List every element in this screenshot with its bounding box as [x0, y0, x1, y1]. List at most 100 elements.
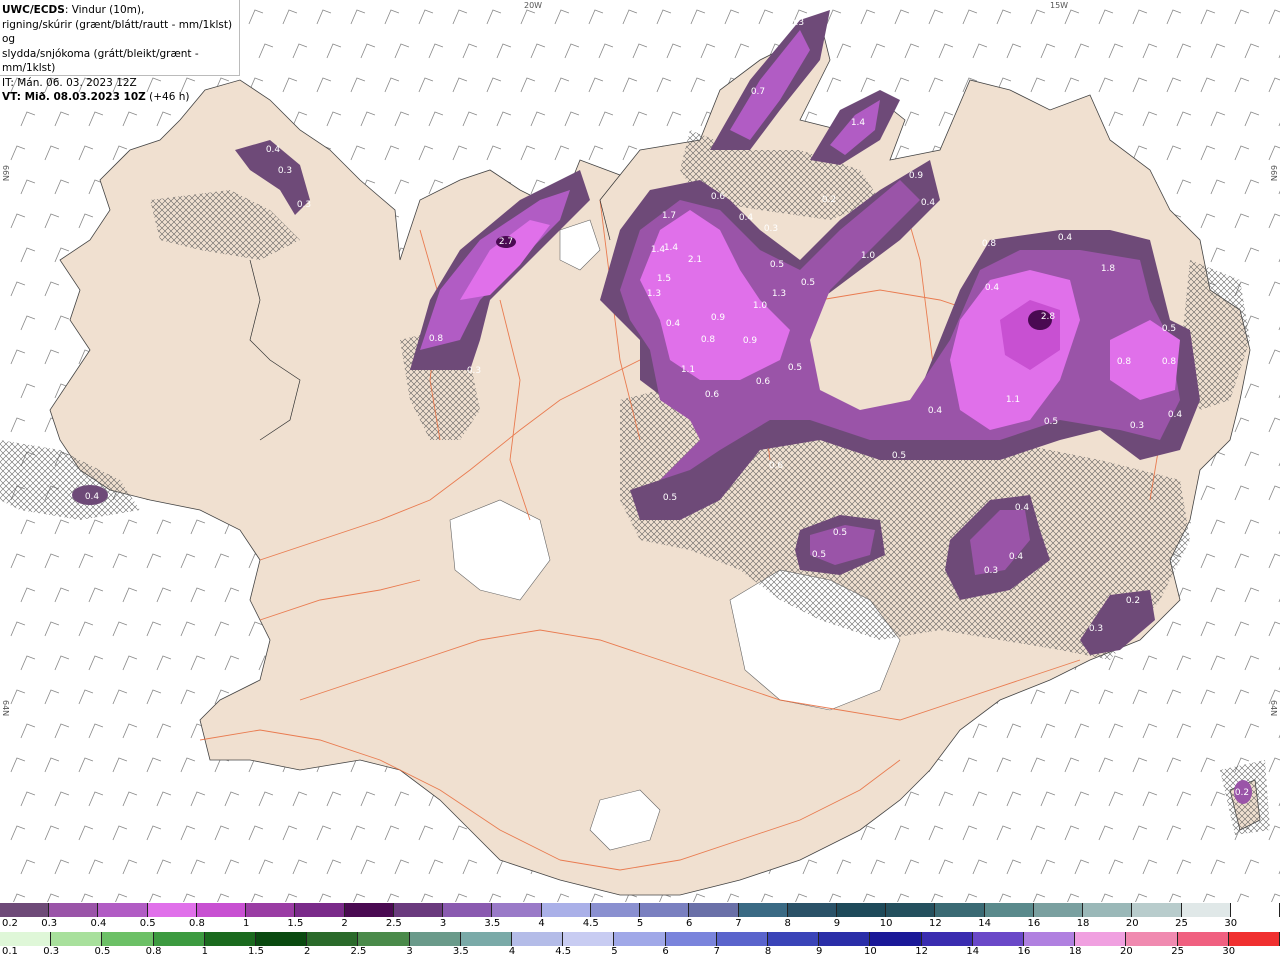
- precip-value-label: 1.5: [657, 274, 671, 284]
- lat-label-66n-right: 66N: [1269, 165, 1278, 182]
- legend-label: 20: [1125, 918, 1139, 929]
- precip-value-label: 0.8: [1117, 357, 1132, 367]
- legend-swatch: [1083, 903, 1133, 917]
- valid-time: VT: Mið. 08.03.2023 10Z: [2, 91, 146, 103]
- legend-label: 25: [1171, 946, 1184, 957]
- legend-swatch: [768, 932, 820, 946]
- precip-value-label: 1.3: [772, 289, 786, 299]
- precip-value-label: 0.7: [751, 87, 765, 97]
- legend-swatch: [1132, 903, 1182, 917]
- legend-swatch: [614, 932, 666, 946]
- legend-swatch: [307, 932, 359, 946]
- legend-swatch: [102, 932, 154, 946]
- legend-label: 12: [915, 946, 928, 957]
- precip-value-label: 0.8: [701, 335, 716, 345]
- legend-swatch: [443, 903, 493, 917]
- legend-swatch: [460, 932, 513, 946]
- legend-label: 4.5: [555, 946, 572, 957]
- legend-swatch: [1181, 903, 1231, 917]
- precip-value-label: 0.5: [833, 528, 847, 538]
- legend-label: 0.8: [145, 946, 162, 957]
- precip-value-label: 1.0: [753, 301, 768, 311]
- precip-value-label: 0.3: [790, 18, 804, 28]
- precip-value-label: 0.5: [788, 363, 802, 373]
- header-line1: : Vindur (10m),: [64, 4, 145, 16]
- legend-label: 6: [686, 918, 693, 929]
- legend-label: 2.5: [350, 946, 367, 957]
- legend-snow-colorbar: [0, 903, 1280, 917]
- legend-swatch: [0, 903, 50, 917]
- precip-value-label: 0.4: [1168, 410, 1183, 420]
- legend-swatch: [1024, 932, 1076, 946]
- legend-label: 5: [611, 946, 618, 957]
- legend-swatch: [886, 903, 936, 917]
- precip-value-label: 2.8: [1041, 312, 1056, 322]
- legend-swatch: [738, 903, 788, 917]
- precip-value-label: 0.4: [85, 492, 100, 502]
- precip-value-label: 0.3: [467, 366, 481, 376]
- legend-swatch: [196, 903, 247, 917]
- precip-value-label: 0.4: [1015, 503, 1030, 513]
- legend-swatch: [1126, 932, 1178, 946]
- legend-label: 20: [1120, 946, 1133, 957]
- legend-label: 14: [966, 946, 980, 957]
- lon-label-15w: 15W: [1050, 1, 1069, 10]
- legend-label: 8: [784, 918, 791, 929]
- precip-value-label: 0.9: [743, 336, 758, 346]
- legend-swatch: [1228, 932, 1280, 946]
- legend-swatch: [409, 932, 461, 946]
- legend-swatch: [98, 903, 148, 917]
- legend-swatch: [665, 932, 717, 946]
- legend-swatch: [716, 932, 769, 946]
- legend-swatch: [1033, 903, 1084, 917]
- precip-value-label: 0.3: [278, 166, 292, 176]
- legend-label: 4: [538, 918, 545, 929]
- legend-swatch: [0, 932, 52, 946]
- legend-label: 2.5: [385, 918, 402, 929]
- legend-label: 18: [1076, 918, 1090, 929]
- legend-label: 6: [662, 946, 669, 957]
- legend-swatch: [153, 932, 205, 946]
- legend-label: 2: [341, 918, 348, 929]
- precip-value-label: 0.9: [711, 313, 726, 323]
- precip-value-label: 0.2: [1126, 596, 1140, 606]
- precip-value-label: 0.2: [822, 195, 836, 205]
- legend-label: 3.5: [452, 946, 469, 957]
- precip-value-label: 1.7: [662, 211, 676, 221]
- legend-swatch: [1230, 903, 1280, 917]
- legend-label: 0.4: [90, 918, 107, 929]
- precip-value-label: 0.4: [266, 145, 281, 155]
- legend-swatch: [689, 903, 739, 917]
- legend-label: 0.5: [139, 918, 156, 929]
- precip-value-label: 0.8: [429, 334, 444, 344]
- precip-value-label: 0.3: [1089, 624, 1103, 634]
- legend-label: 1.5: [287, 918, 304, 929]
- precip-value-label: 0.5: [1044, 417, 1058, 427]
- precip-value-label: 1.4: [851, 118, 866, 128]
- legend-label: 0.8: [188, 918, 205, 929]
- lon-label-20w: 20W: [524, 1, 543, 10]
- legend-swatch: [51, 932, 103, 946]
- lat-label-66n-left: 66N: [1, 165, 10, 182]
- header-line4: IT: Mán. 06. 03. 2023 12Z: [2, 76, 137, 89]
- precip-value-label: 0.4: [1009, 552, 1024, 562]
- legend-label: 1: [201, 946, 208, 957]
- legend-label: 3: [439, 918, 447, 929]
- legend-swatch: [972, 932, 1025, 946]
- precip-value-label: 0.4: [1058, 233, 1073, 243]
- legend-swatch: [492, 903, 542, 917]
- precip-value-label: 0.5: [892, 451, 906, 461]
- legend-label: 25: [1175, 918, 1188, 929]
- legend-swatch: [358, 932, 410, 946]
- legend-label: 3.5: [484, 918, 501, 929]
- map-header: UWC/ECDS: Vindur (10m), rigning/skúrir (…: [0, 0, 240, 103]
- model-name: UWC/ECDS: [2, 4, 65, 16]
- precip-value-label: 1.8: [1101, 264, 1116, 274]
- lat-label-64n-right: 64N: [1269, 700, 1278, 717]
- legend-label: 9: [816, 946, 823, 957]
- legend-swatch: [246, 903, 296, 917]
- precip-value-label: 0.3: [984, 566, 998, 576]
- legend-label: 3: [406, 946, 413, 957]
- legend-rain-labels: 0.1 0.3 0.5 0.8 1 1.5 2 2.5 3 3.5 4 4.5 5 6 7 8 9 10 12 14 1…: [0, 946, 1280, 960]
- valid-time-offset: (+46 h): [145, 91, 190, 103]
